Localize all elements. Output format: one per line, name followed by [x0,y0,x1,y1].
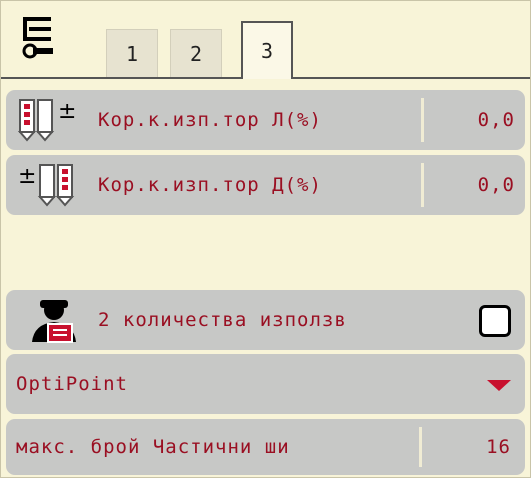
tab-3-label: 3 [260,39,274,63]
tab-2-label: 2 [189,41,203,66]
tools-settings-icon[interactable] [21,15,57,59]
max-sections-label: макс. брой Частични ши [16,436,290,458]
left-spread-correction-icon: ± [18,99,76,142]
two-quantities-row[interactable]: 2 количества използв [6,290,525,350]
optipoint-dropdown[interactable]: OptiPoint [6,354,525,414]
two-quantities-label: 2 количества използв [98,309,347,331]
active-tab-gap [243,77,291,79]
svg-text:±: ± [58,99,76,124]
tab-3[interactable]: 3 [241,21,293,79]
max-sections-row[interactable]: макс. брой Частични ши 16 [6,419,525,475]
row-divider [421,163,424,207]
screen-frame: 1 2 3 ± Кор.к.изп.тор Л(%) 0,0 ± Кор.к.и… [0,0,531,478]
row-divider [419,427,422,467]
tab-1-label: 1 [125,41,139,66]
operator-icon [32,300,76,343]
chevron-down-icon[interactable] [487,380,511,391]
tab-bar: 1 2 3 [1,1,530,79]
left-correction-value[interactable]: 0,0 [478,90,515,150]
right-correction-row[interactable]: ± Кор.к.изп.тор Д(%) 0,0 [6,155,525,215]
left-correction-label: Кор.к.изп.тор Л(%) [98,109,322,131]
left-correction-row[interactable]: ± Кор.к.изп.тор Л(%) 0,0 [6,90,525,150]
right-spread-correction-icon: ± [18,164,75,207]
right-correction-value[interactable]: 0,0 [478,155,515,215]
svg-text:±: ± [18,164,36,189]
two-quantities-checkbox[interactable] [479,305,511,337]
tab-1[interactable]: 1 [106,29,158,77]
optipoint-label: OptiPoint [16,373,128,395]
tab-2[interactable]: 2 [170,29,222,77]
max-sections-value[interactable]: 16 [486,419,511,475]
right-correction-label: Кор.к.изп.тор Д(%) [98,174,322,196]
row-divider [421,98,424,142]
